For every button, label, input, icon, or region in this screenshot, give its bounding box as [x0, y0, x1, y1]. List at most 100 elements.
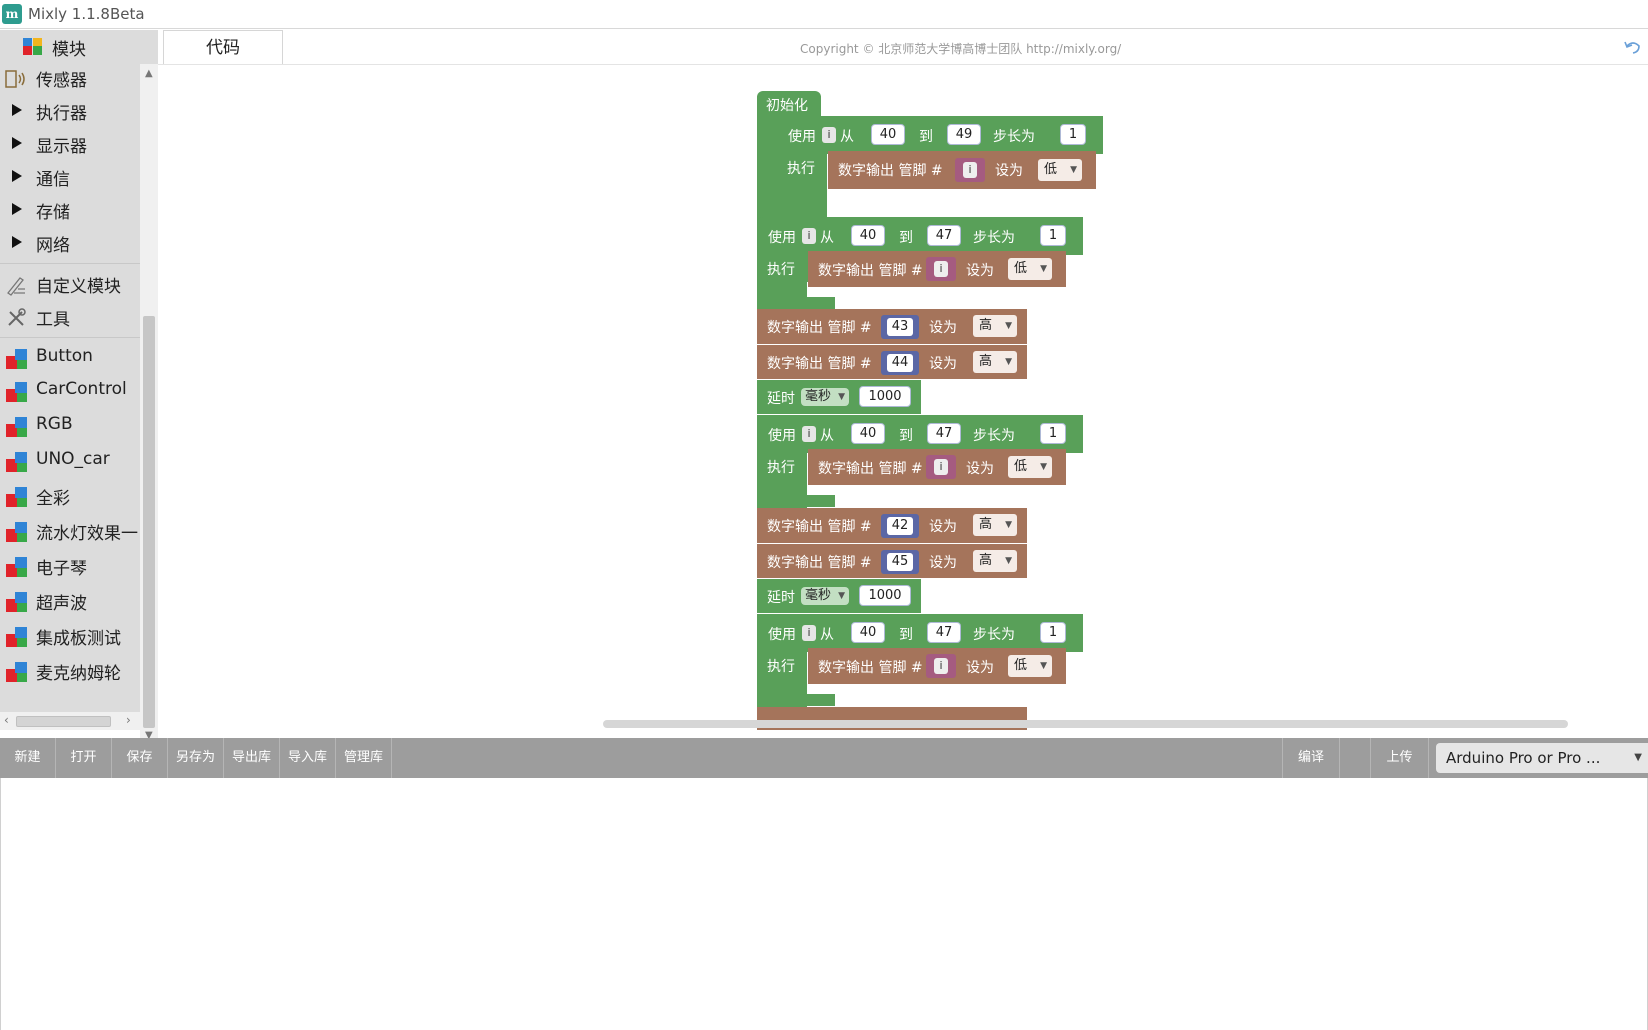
category-sensor[interactable]: 传感器: [0, 62, 140, 94]
for-step-label: 步长为: [993, 129, 1035, 145]
manage-library-button[interactable]: 管理库: [336, 738, 392, 778]
extension-rgb[interactable]: RGB: [0, 410, 140, 442]
open-button[interactable]: 打开: [56, 738, 112, 778]
category-network[interactable]: 网络: [0, 227, 140, 259]
loop-from-value[interactable]: 40: [871, 124, 905, 145]
digital-write-block[interactable]: 数字输出 管脚 # i 设为 低 ▼: [808, 449, 1066, 485]
extension-running-light[interactable]: 流水灯效果一: [0, 515, 140, 547]
digital-write-block[interactable]: 数字输出 管脚 # 43 设为 高 ▼: [757, 309, 1027, 344]
digital-write-block[interactable]: 数字输出 管脚 # i 设为 低 ▼: [808, 251, 1066, 287]
compile-button[interactable]: 编译: [1282, 738, 1340, 778]
loop-to-value[interactable]: 47: [927, 423, 961, 444]
pin-number-block[interactable]: 42: [881, 514, 919, 538]
loop-variable[interactable]: i: [802, 625, 816, 641]
pin-number-value: 43: [887, 318, 913, 336]
save-as-button[interactable]: 另存为: [168, 738, 224, 778]
scrollbar-thumb[interactable]: [143, 316, 155, 728]
level-dropdown[interactable]: 低 ▼: [1008, 456, 1052, 478]
digital-write-block[interactable]: 数字输出 管脚 # 45 设为 高 ▼: [757, 544, 1027, 578]
export-library-button[interactable]: 导出库: [224, 738, 280, 778]
undo-icon[interactable]: [1624, 38, 1642, 56]
new-button[interactable]: 新建: [0, 738, 56, 778]
set-to-label: 设为: [929, 555, 957, 571]
time-unit-value: 毫秒: [805, 389, 832, 404]
pin-number-block[interactable]: 43: [881, 315, 919, 339]
extension-icon: [6, 591, 28, 613]
loop-from-value[interactable]: 40: [851, 423, 885, 444]
for-loop-block[interactable]: 使用 i 从 40 到 47 步长为 1: [757, 217, 1083, 255]
import-library-button[interactable]: 导入库: [280, 738, 336, 778]
category-actuator[interactable]: 执行器: [0, 95, 140, 127]
loop-step-value[interactable]: 1: [1040, 423, 1066, 444]
digital-write-block[interactable]: 数字输出 管脚 # 42 设为 高 ▼: [757, 508, 1027, 543]
workspace-horizontal-scrollbar[interactable]: [603, 720, 1568, 728]
level-dropdown[interactable]: 低 ▼: [1008, 655, 1052, 677]
loop-step-value[interactable]: 1: [1040, 622, 1066, 643]
pin-number-block[interactable]: 45: [881, 550, 919, 574]
extension-mecanum-wheel[interactable]: 麦克纳姆轮: [0, 655, 140, 687]
extension-piano[interactable]: 电子琴: [0, 550, 140, 582]
sidebar-vertical-scrollbar[interactable]: ▲ ▼: [140, 64, 158, 744]
pin-variable-block[interactable]: i: [926, 257, 956, 281]
loop-to-value[interactable]: 47: [927, 225, 961, 246]
for-loop-block[interactable]: 使用 i 从 40 到 47 步长为 1: [757, 614, 1083, 652]
sidebar-horizontal-scrollbar[interactable]: ‹ ›: [0, 712, 140, 730]
level-dropdown[interactable]: 高 ▼: [973, 351, 1017, 373]
board-select[interactable]: Arduino Pro or Pro ... ▼: [1436, 743, 1648, 773]
loop-step-value[interactable]: 1: [1040, 225, 1066, 246]
loop-variable[interactable]: i: [802, 426, 816, 442]
save-button[interactable]: 保存: [112, 738, 168, 778]
scrollbar-thumb[interactable]: [16, 716, 111, 727]
extension-board-test[interactable]: 集成板测试: [0, 620, 140, 652]
digital-write-block[interactable]: 数字输出 管脚 # i 设为 低 ▼: [808, 648, 1066, 684]
time-unit-dropdown[interactable]: 毫秒 ▼: [801, 388, 849, 406]
level-dropdown[interactable]: 低 ▼: [1008, 258, 1052, 280]
category-tools[interactable]: 工具: [0, 301, 140, 333]
delay-value[interactable]: 1000: [859, 585, 911, 606]
category-display[interactable]: 显示器: [0, 128, 140, 160]
tab-code[interactable]: 代码: [163, 30, 283, 64]
extension-carcontrol[interactable]: CarControl: [0, 375, 140, 407]
loop-to-value[interactable]: 47: [927, 622, 961, 643]
level-dropdown[interactable]: 高 ▼: [973, 550, 1017, 572]
time-unit-dropdown[interactable]: 毫秒 ▼: [801, 587, 849, 605]
for-loop-block[interactable]: 使用 i 从 40 到 47 步长为 1: [757, 415, 1083, 453]
loop-variable[interactable]: i: [802, 228, 816, 244]
delay-block[interactable]: 延时 毫秒 ▼ 1000: [757, 380, 921, 414]
scroll-left-icon[interactable]: ‹: [4, 713, 9, 727]
category-storage[interactable]: 存储: [0, 194, 140, 226]
pin-variable-block[interactable]: i: [926, 654, 956, 678]
setup-block[interactable]: 初始化: [757, 91, 821, 117]
loop-step-value[interactable]: 1: [1060, 124, 1086, 145]
extension-fullcolor[interactable]: 全彩: [0, 480, 140, 512]
level-dropdown[interactable]: 低 ▼: [1038, 159, 1082, 181]
loop-variable[interactable]: i: [822, 127, 836, 143]
pin-variable-block[interactable]: i: [955, 158, 985, 182]
loop-from-value[interactable]: 40: [851, 622, 885, 643]
dropdown-arrow-icon: ▼: [1070, 165, 1077, 175]
toolbox-header[interactable]: 模块: [0, 30, 140, 62]
dropdown-arrow-icon: ▼: [838, 392, 845, 402]
delay-block[interactable]: 延时 毫秒 ▼ 1000: [757, 579, 921, 613]
scroll-right-icon[interactable]: ›: [126, 713, 131, 727]
loop-to-value[interactable]: 49: [947, 124, 981, 145]
category-communication[interactable]: 通信: [0, 161, 140, 193]
blocks-workspace[interactable]: 初始化 使用 i 从 40 到 49 步长为 1 执行 数字输出 管脚 # i …: [158, 65, 1648, 730]
pin-number-block[interactable]: 44: [881, 351, 919, 375]
digital-write-block[interactable]: 数字输出 管脚 # 44 设为 高 ▼: [757, 345, 1027, 379]
for-loop-block[interactable]: 使用 i 从 40 到 49 步长为 1: [777, 116, 1103, 154]
loop-from-value[interactable]: 40: [851, 225, 885, 246]
console-output[interactable]: [0, 778, 1648, 1030]
pin-variable-block[interactable]: i: [926, 455, 956, 479]
upload-button[interactable]: 上传: [1371, 738, 1429, 778]
extension-uno-car[interactable]: UNO_car: [0, 445, 140, 477]
level-dropdown[interactable]: 高 ▼: [973, 315, 1017, 337]
digital-write-block[interactable]: 数字输出 管脚 # i 设为 低 ▼: [828, 151, 1096, 189]
for-use-label: 使用: [788, 129, 816, 145]
extension-button[interactable]: Button: [0, 342, 140, 374]
extension-ultrasonic[interactable]: 超声波: [0, 585, 140, 617]
scroll-up-icon[interactable]: ▲: [145, 68, 153, 79]
category-custom-module[interactable]: 自定义模块: [0, 268, 140, 300]
delay-value[interactable]: 1000: [859, 386, 911, 407]
level-dropdown[interactable]: 高 ▼: [973, 514, 1017, 536]
